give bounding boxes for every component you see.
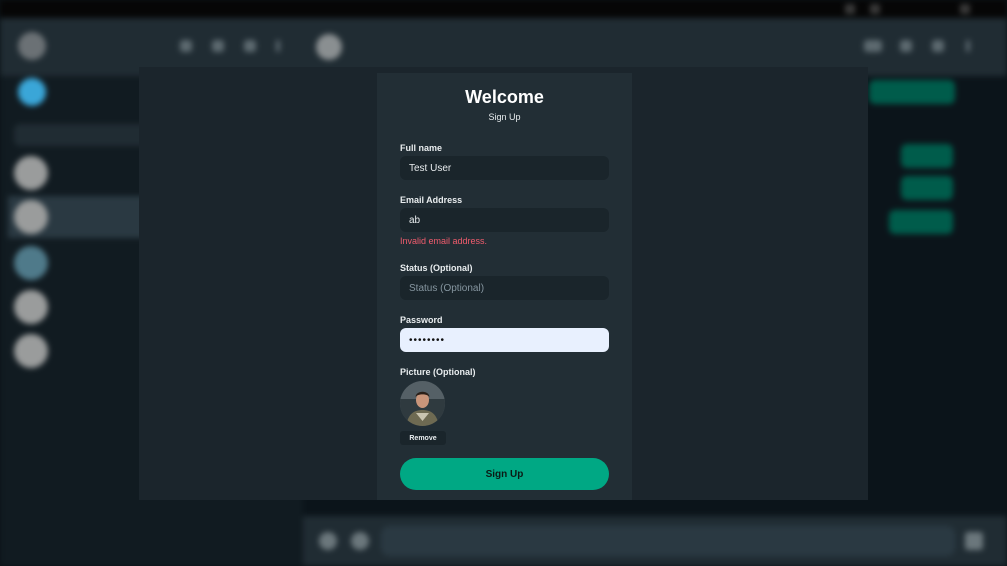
full-name-label: Full name [400, 143, 443, 153]
community-icon [180, 40, 192, 52]
avatar [14, 156, 48, 190]
message-bubble [901, 176, 953, 200]
avatar [14, 246, 48, 280]
emoji-icon [319, 532, 337, 550]
picture-label: Picture (Optional) [400, 367, 476, 377]
send-icon [965, 532, 983, 550]
email-label: Email Address [400, 195, 463, 205]
chat-avatar [316, 34, 342, 60]
signup-modal: Welcome Sign Up Full name Email Address … [377, 73, 632, 500]
menu-icon [966, 40, 970, 52]
message-composer [303, 516, 1007, 566]
profile-avatar [18, 32, 46, 60]
status-label: Status (Optional) [400, 263, 473, 273]
message-input [381, 526, 955, 556]
email-input[interactable] [400, 208, 609, 232]
remove-picture-button[interactable]: Remove [400, 431, 446, 445]
status-input[interactable] [400, 276, 609, 300]
email-error-message: Invalid email address. [400, 236, 488, 246]
new-chat-icon [244, 40, 256, 52]
notification-icon [18, 78, 46, 106]
message-bubble [869, 80, 955, 104]
profile-picture-preview [400, 381, 445, 426]
voice-call-icon [900, 40, 912, 52]
password-label: Password [400, 315, 443, 325]
window-control-icon [845, 4, 855, 14]
video-call-icon [864, 40, 882, 52]
password-input[interactable] [400, 328, 609, 352]
attach-icon [351, 532, 369, 550]
modal-title: Welcome [465, 87, 544, 107]
modal-subtitle: Sign Up [488, 112, 521, 122]
person-photo-icon [400, 381, 445, 426]
menu-icon [276, 40, 280, 52]
window-control-icon [870, 4, 880, 14]
window-titlebar [0, 0, 1007, 18]
avatar [14, 200, 48, 234]
search-icon [932, 40, 944, 52]
avatar [14, 334, 48, 368]
sign-up-button[interactable]: Sign Up [400, 458, 609, 490]
status-icon [212, 40, 224, 52]
message-bubble [889, 210, 953, 234]
avatar [14, 290, 48, 324]
message-bubble [901, 144, 953, 168]
full-name-input[interactable] [400, 156, 609, 180]
window-control-icon [960, 4, 970, 14]
